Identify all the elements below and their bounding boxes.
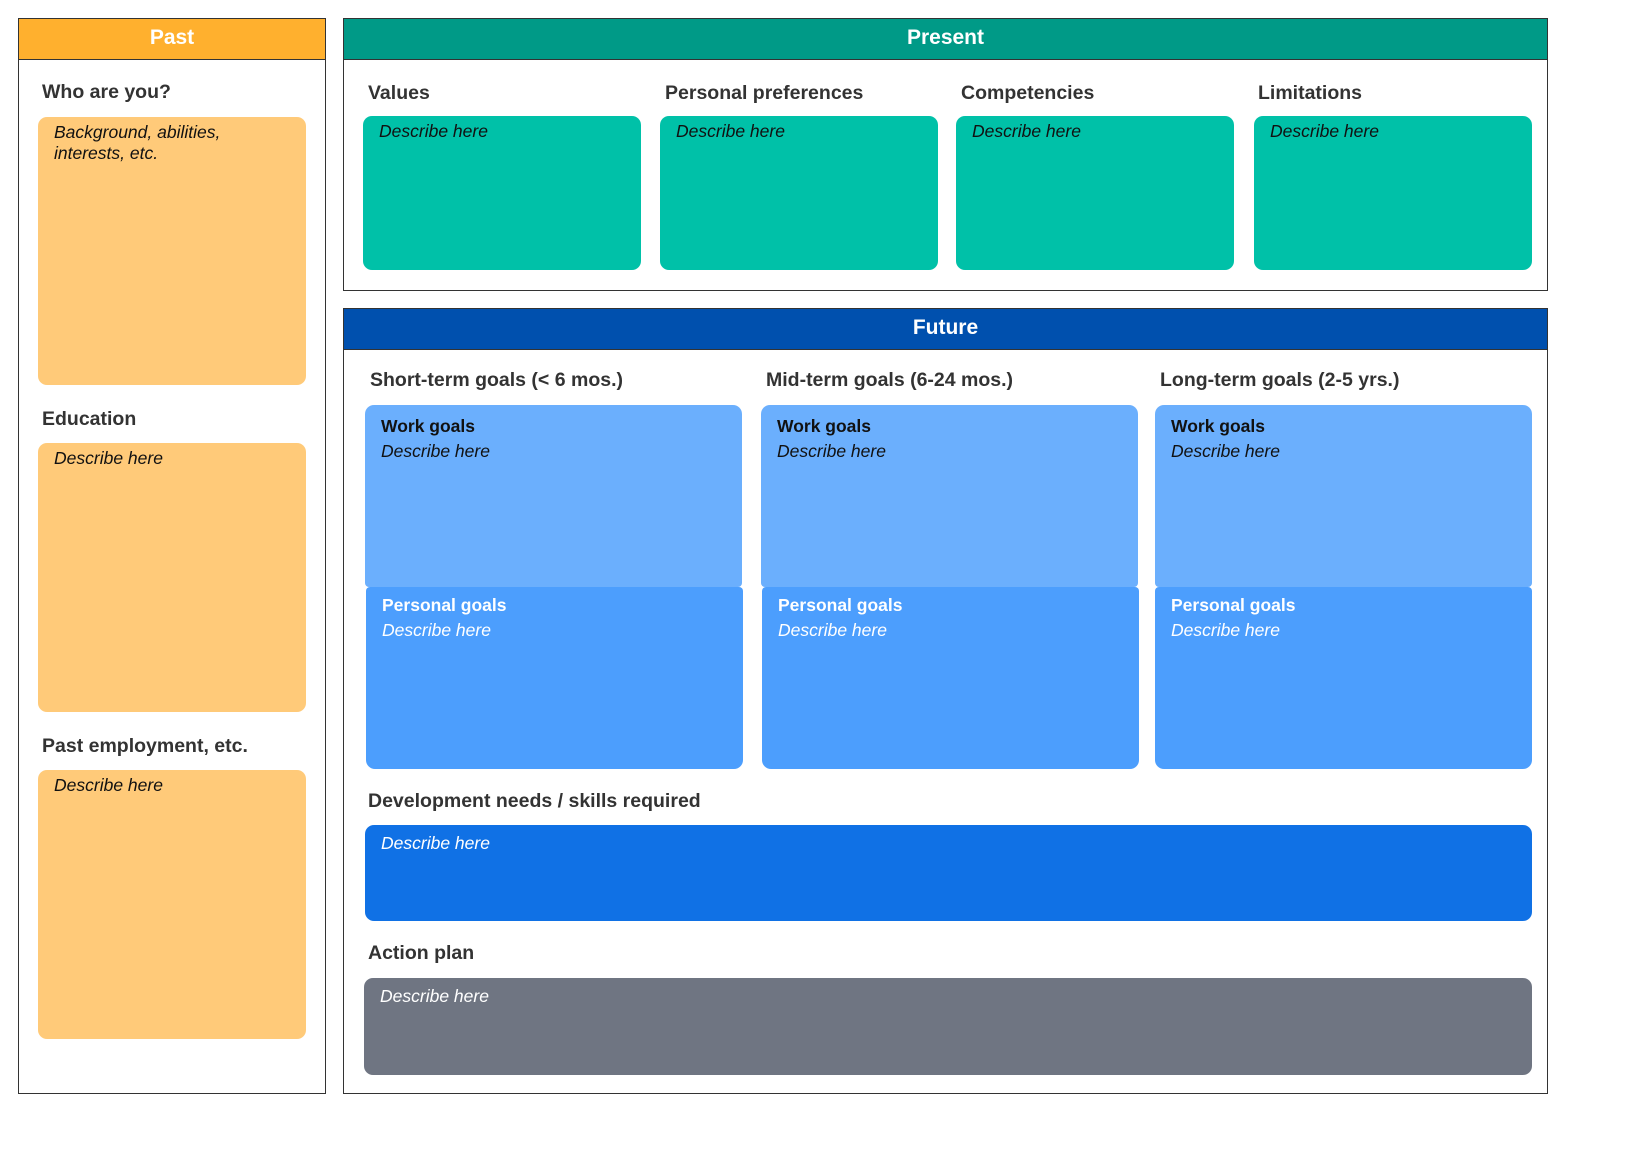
long-term-work-goals-text: Describe here (1171, 441, 1280, 461)
education-label: Education (42, 408, 137, 430)
short-term-work-goals-title: Work goals (381, 416, 476, 436)
short-term-personal-goals-card[interactable]: Personal goals Describe here (366, 587, 743, 769)
values-text: Describe here (379, 121, 488, 141)
long-term-personal-goals-text: Describe here (1171, 620, 1280, 640)
education-text: Describe here (54, 448, 163, 468)
competencies-label: Competencies (961, 82, 1095, 104)
past-employment-card[interactable]: Describe here (38, 770, 306, 1039)
who-are-you-text: Background, abilities, interests, etc. (54, 122, 221, 163)
education-card[interactable]: Describe here (38, 443, 306, 712)
future-header: Future (344, 309, 1547, 350)
past-employment-text: Describe here (54, 775, 163, 795)
limitations-text: Describe here (1270, 121, 1379, 141)
action-plan-label: Action plan (368, 942, 475, 964)
values-label: Values (368, 82, 430, 104)
mid-term-goals-label: Mid-term goals (6-24 mos.) (766, 369, 1014, 391)
who-are-you-label: Who are you? (42, 81, 171, 103)
personal-preferences-card[interactable]: Describe here (660, 116, 938, 270)
long-term-personal-goals-title: Personal goals (1171, 595, 1296, 615)
development-needs-text: Describe here (381, 833, 490, 853)
action-plan-card[interactable]: Describe here (364, 978, 1532, 1075)
short-term-work-goals-card[interactable]: Work goals Describe here (365, 405, 742, 587)
present-header: Present (344, 19, 1547, 60)
personal-preferences-text: Describe here (676, 121, 785, 141)
short-term-personal-goals-title: Personal goals (382, 595, 507, 615)
development-needs-label: Development needs / skills required (368, 790, 701, 812)
action-plan-text: Describe here (380, 986, 489, 1006)
mid-term-work-goals-card[interactable]: Work goals Describe here (761, 405, 1138, 587)
long-term-personal-goals-card[interactable]: Personal goals Describe here (1155, 587, 1532, 769)
limitations-label: Limitations (1258, 82, 1363, 104)
who-are-you-card[interactable]: Background, abilities, interests, etc. (38, 117, 306, 385)
limitations-card[interactable]: Describe here (1254, 116, 1532, 270)
long-term-work-goals-title: Work goals (1171, 416, 1266, 436)
long-term-work-goals-card[interactable]: Work goals Describe here (1155, 405, 1532, 587)
mid-term-personal-goals-card[interactable]: Personal goals Describe here (762, 587, 1139, 769)
short-term-goals-label: Short-term goals (< 6 mos.) (370, 369, 624, 391)
mid-term-personal-goals-title: Personal goals (778, 595, 903, 615)
present-panel: Present Values Describe here Personal pr… (343, 18, 1548, 291)
mid-term-work-goals-text: Describe here (777, 441, 886, 461)
short-term-work-goals-text: Describe here (381, 441, 490, 461)
mid-term-personal-goals-text: Describe here (778, 620, 887, 640)
past-employment-label: Past employment, etc. (42, 735, 248, 757)
long-term-goals-label: Long-term goals (2-5 yrs.) (1160, 369, 1400, 391)
past-panel: Past Who are you? Background, abilities,… (18, 18, 326, 1094)
competencies-card[interactable]: Describe here (956, 116, 1234, 270)
personal-preferences-label: Personal preferences (665, 82, 864, 104)
competencies-text: Describe here (972, 121, 1081, 141)
values-card[interactable]: Describe here (363, 116, 641, 270)
past-header: Past (19, 19, 325, 60)
future-panel: Future Short-term goals (< 6 mos.) Work … (343, 308, 1548, 1094)
development-needs-card[interactable]: Describe here (365, 825, 1532, 921)
short-term-personal-goals-text: Describe here (382, 620, 491, 640)
mid-term-work-goals-title: Work goals (777, 416, 872, 436)
